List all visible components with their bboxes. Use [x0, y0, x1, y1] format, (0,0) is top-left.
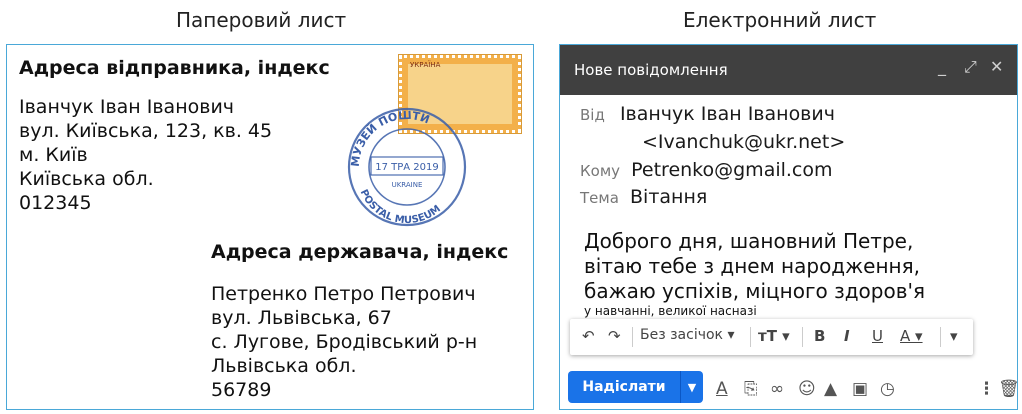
- body-line: бажаю успіхів, міцного здоров'я: [584, 279, 926, 303]
- from-name[interactable]: Іванчук Іван Іванович: [620, 103, 835, 125]
- email-letter-heading: Електронний лист: [683, 8, 877, 32]
- sender-line: Іванчук Іван Іванович: [19, 96, 235, 118]
- postmark-country: UKRAINE: [392, 181, 423, 189]
- link-icon[interactable]: ∞: [770, 379, 784, 399]
- send-bar: Надіслати ▼ A ⎘ ∞ ☺ ▲ ▣ ◷ ⋮ 🗑: [560, 363, 1017, 409]
- toolbar-divider: [750, 327, 751, 347]
- to-row: Кому Petrenko@gmail.com: [580, 159, 833, 181]
- subject-row: Тема Вітання: [580, 186, 707, 208]
- receiver-line: Львівська обл.: [211, 355, 357, 377]
- expand-icon[interactable]: ⤢: [964, 57, 977, 77]
- close-icon[interactable]: ✕: [990, 57, 1003, 76]
- attach-icon[interactable]: ⎘: [744, 379, 758, 399]
- sender-address: Іванчук Іван Іванович вул. Київська, 123…: [19, 95, 272, 215]
- bold-icon[interactable]: B: [814, 327, 825, 345]
- receiver-line: Петренко Петро Петрович: [211, 283, 476, 305]
- svg-text:POSTAL MUSEUM: POSTAL MUSEUM: [358, 188, 443, 226]
- paper-letter-heading: Паперовий лист: [176, 8, 347, 32]
- compose-title: Нове повідомлення: [574, 61, 728, 79]
- formatting-icon[interactable]: A: [716, 379, 728, 399]
- sender-line: вул. Київська, 123, кв. 45: [19, 120, 273, 142]
- to-label: Кому: [580, 162, 621, 180]
- receiver-address: Петренко Петро Петрович вул. Львівська, …: [211, 282, 477, 402]
- italic-icon[interactable]: I: [844, 327, 850, 345]
- font-select[interactable]: Без засічок ▾: [640, 327, 735, 343]
- from-label: Від: [580, 106, 605, 124]
- receiver-line: с. Лугове, Бродівський р-н: [211, 331, 478, 353]
- body-line: у навчанні, великої насназі: [584, 304, 757, 318]
- sender-line: м. Київ: [19, 144, 88, 166]
- from-row: Від Іванчук Іван Іванович: [580, 103, 835, 125]
- message-body[interactable]: Доброго дня, шановний Петре, вітаю тебе …: [584, 229, 1004, 319]
- formatting-toolbar: ↶ ↷ Без засічок ▾ ᴛT ▾ B I U A ▾ ▾: [570, 319, 973, 355]
- send-button[interactable]: Надіслати: [568, 371, 680, 403]
- to-field[interactable]: Petrenko@gmail.com: [631, 159, 832, 181]
- subject-label: Тема: [580, 189, 619, 207]
- text-color-icon[interactable]: A ▾: [900, 327, 923, 345]
- toolbar-divider: [940, 327, 941, 347]
- emoji-icon[interactable]: ☺: [798, 379, 816, 399]
- trash-icon[interactable]: 🗑: [998, 379, 1017, 399]
- postmark-bottom-text: POSTAL MUSEUM: [358, 188, 443, 226]
- confidential-icon[interactable]: ◷: [880, 379, 895, 399]
- sender-line: Київська обл.: [19, 168, 154, 190]
- drive-icon[interactable]: ▲: [824, 379, 837, 399]
- postmark-date: 17 ТРА 2019: [375, 162, 439, 173]
- compose-window: Нове повідомлення _ ⤢ ✕ Від Іванчук Іван…: [559, 44, 1018, 410]
- postmark-seal: МУЗЕЙ ПОШТИ POSTAL MUSEUM 17 ТРА 2019 UK…: [347, 107, 467, 226]
- compose-titlebar: Нове повідомлення _ ⤢ ✕: [560, 45, 1017, 95]
- receiver-line: вул. Львівська, 67: [211, 307, 392, 329]
- from-email[interactable]: <Ivanchuk@ukr.net>: [642, 131, 845, 153]
- font-select-label: Без засічок: [640, 327, 724, 343]
- toolbar-divider: [802, 327, 803, 347]
- redo-icon[interactable]: ↷: [608, 327, 621, 345]
- paper-envelope: Адреса відправника, індекс Іванчук Іван …: [6, 44, 534, 410]
- receiver-line: 56789: [211, 379, 272, 401]
- toolbar-divider: [632, 327, 633, 347]
- send-options-icon[interactable]: ▼: [680, 371, 703, 403]
- more-options-icon[interactable]: ⋮: [978, 379, 995, 399]
- sender-address-title: Адреса відправника, індекс: [19, 57, 330, 79]
- minimize-icon[interactable]: _: [938, 57, 946, 76]
- body-line: вітаю тебе з днем народження,: [584, 254, 920, 278]
- sender-line: 012345: [19, 192, 92, 214]
- photo-icon[interactable]: ▣: [852, 379, 868, 399]
- text-size-icon[interactable]: ᴛT ▾: [758, 327, 790, 345]
- receiver-address-title: Адреса державача, індекс: [211, 241, 509, 263]
- more-formatting-icon[interactable]: ▾: [950, 327, 958, 345]
- undo-icon[interactable]: ↶: [582, 327, 595, 345]
- body-line: Доброго дня, шановний Петре,: [584, 229, 914, 253]
- stamp-country: УКРАЇНА: [410, 61, 441, 69]
- subject-field[interactable]: Вітання: [630, 186, 707, 208]
- underline-icon[interactable]: U: [872, 327, 883, 345]
